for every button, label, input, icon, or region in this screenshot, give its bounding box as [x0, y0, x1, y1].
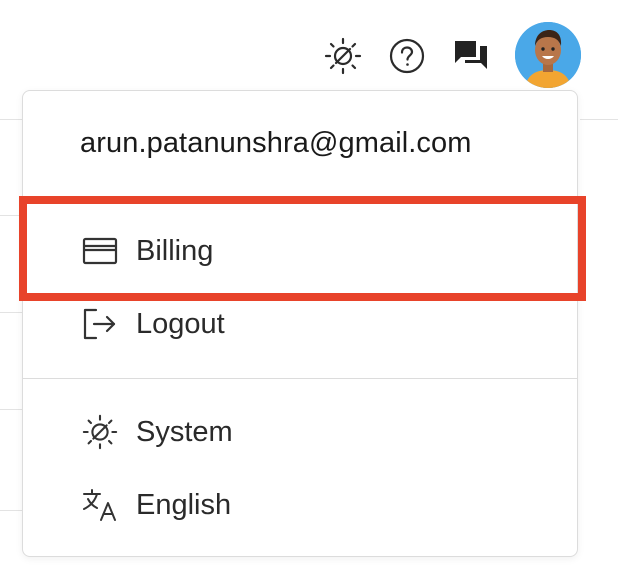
background-divider	[580, 119, 618, 120]
menu-item-label: Logout	[136, 307, 225, 340]
theme-system-icon	[80, 412, 120, 452]
menu-item-system[interactable]: System	[23, 402, 579, 462]
menu-divider	[23, 378, 577, 379]
background-divider	[0, 312, 22, 313]
user-avatar[interactable]	[515, 22, 581, 88]
background-divider	[0, 409, 22, 410]
account-dropdown-menu: arun.patanunshra@gmail.com Billing Logou…	[22, 90, 578, 557]
translate-icon	[80, 485, 120, 525]
logout-icon	[80, 304, 120, 344]
menu-item-billing[interactable]: Billing	[23, 221, 579, 281]
menu-item-label: Billing	[136, 234, 214, 267]
account-email: arun.patanunshra@gmail.com	[80, 127, 472, 159]
background-divider	[0, 510, 22, 511]
credit-card-icon	[80, 231, 120, 271]
background-divider	[0, 119, 22, 120]
menu-item-language[interactable]: English	[23, 475, 579, 535]
theme-system-icon[interactable]	[321, 34, 365, 78]
chat-icon[interactable]	[451, 36, 491, 76]
top-bar	[0, 0, 618, 90]
menu-item-label: System	[136, 415, 233, 448]
help-circle-icon[interactable]	[386, 35, 428, 77]
background-divider	[0, 215, 22, 216]
menu-item-label: English	[136, 488, 232, 521]
menu-item-logout[interactable]: Logout	[23, 294, 579, 354]
